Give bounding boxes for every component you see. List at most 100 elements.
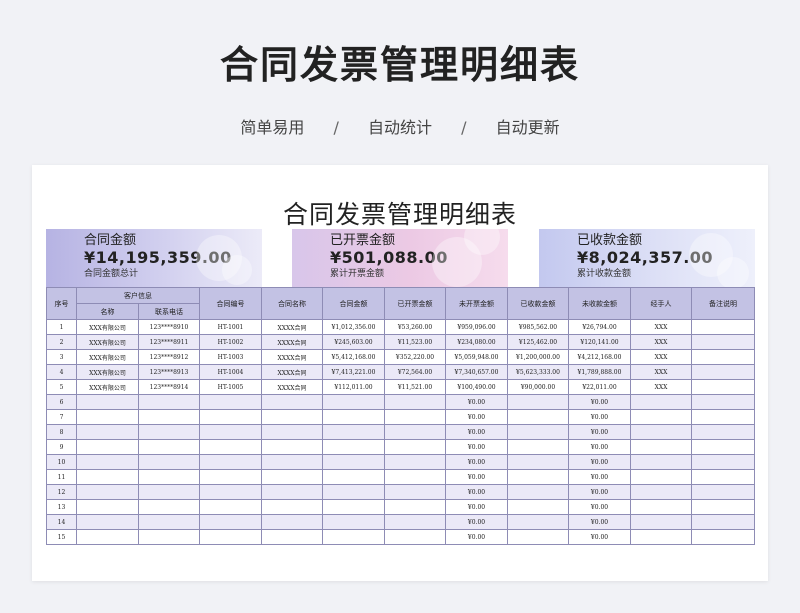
cell-customer-name[interactable] xyxy=(76,409,139,425)
cell-customer-name[interactable] xyxy=(76,394,139,410)
cell-remark[interactable] xyxy=(691,394,755,410)
cell-customer-name[interactable] xyxy=(76,439,139,455)
cell-phone[interactable]: 123****8911 xyxy=(138,334,200,350)
cell-contract-no[interactable]: HT-1002 xyxy=(199,334,262,350)
cell-invoiced[interactable] xyxy=(384,499,446,515)
cell-contract-amount[interactable] xyxy=(322,484,385,500)
cell-contract-name[interactable]: XXXX合同 xyxy=(261,364,323,380)
cell-seq[interactable]: 1 xyxy=(46,319,77,335)
cell-received[interactable]: ¥5,623,333.00 xyxy=(507,364,569,380)
cell-phone[interactable] xyxy=(138,499,200,515)
cell-unreceived[interactable]: ¥120,141.00 xyxy=(568,334,631,350)
cell-seq[interactable]: 14 xyxy=(46,514,77,530)
cell-phone[interactable] xyxy=(138,424,200,440)
cell-seq[interactable]: 4 xyxy=(46,364,77,380)
cell-received[interactable] xyxy=(507,469,569,485)
cell-contract-name[interactable] xyxy=(261,454,323,470)
cell-uninvoiced[interactable]: ¥0.00 xyxy=(445,394,508,410)
cell-unreceived[interactable]: ¥0.00 xyxy=(568,454,631,470)
cell-customer-name[interactable]: XXX有限公司 xyxy=(76,379,139,395)
cell-unreceived[interactable]: ¥0.00 xyxy=(568,424,631,440)
cell-seq[interactable]: 8 xyxy=(46,424,77,440)
cell-invoiced[interactable]: ¥352,220.00 xyxy=(384,349,446,365)
cell-uninvoiced[interactable]: ¥0.00 xyxy=(445,469,508,485)
cell-handler[interactable] xyxy=(630,499,692,515)
cell-unreceived[interactable]: ¥0.00 xyxy=(568,529,631,545)
cell-uninvoiced[interactable]: ¥0.00 xyxy=(445,514,508,530)
cell-contract-name[interactable] xyxy=(261,499,323,515)
cell-unreceived[interactable]: ¥0.00 xyxy=(568,499,631,515)
cell-handler[interactable] xyxy=(630,469,692,485)
cell-remark[interactable] xyxy=(691,514,755,530)
cell-received[interactable] xyxy=(507,424,569,440)
cell-customer-name[interactable]: XXX有限公司 xyxy=(76,334,139,350)
cell-handler[interactable]: XXX xyxy=(630,334,692,350)
cell-seq[interactable]: 10 xyxy=(46,454,77,470)
cell-received[interactable] xyxy=(507,499,569,515)
cell-contract-no[interactable]: HT-1004 xyxy=(199,364,262,380)
cell-customer-name[interactable] xyxy=(76,529,139,545)
cell-contract-amount[interactable] xyxy=(322,454,385,470)
cell-handler[interactable] xyxy=(630,514,692,530)
cell-contract-amount[interactable]: ¥5,412,168.00 xyxy=(322,349,385,365)
cell-phone[interactable] xyxy=(138,484,200,500)
cell-remark[interactable] xyxy=(691,349,755,365)
cell-remark[interactable] xyxy=(691,334,755,350)
cell-unreceived[interactable]: ¥1,789,888.00 xyxy=(568,364,631,380)
cell-received[interactable] xyxy=(507,409,569,425)
cell-received[interactable]: ¥125,462.00 xyxy=(507,334,569,350)
cell-phone[interactable] xyxy=(138,394,200,410)
cell-handler[interactable] xyxy=(630,439,692,455)
cell-seq[interactable]: 3 xyxy=(46,349,77,365)
cell-phone[interactable] xyxy=(138,514,200,530)
cell-uninvoiced[interactable]: ¥0.00 xyxy=(445,499,508,515)
cell-received[interactable] xyxy=(507,454,569,470)
cell-handler[interactable]: XXX xyxy=(630,349,692,365)
cell-handler[interactable] xyxy=(630,529,692,545)
cell-phone[interactable] xyxy=(138,454,200,470)
cell-received[interactable] xyxy=(507,529,569,545)
cell-customer-name[interactable] xyxy=(76,424,139,440)
cell-uninvoiced[interactable]: ¥7,340,657.00 xyxy=(445,364,508,380)
cell-handler[interactable]: XXX xyxy=(630,364,692,380)
cell-uninvoiced[interactable]: ¥0.00 xyxy=(445,454,508,470)
cell-phone[interactable]: 123****8913 xyxy=(138,364,200,380)
cell-customer-name[interactable] xyxy=(76,484,139,500)
cell-contract-amount[interactable] xyxy=(322,499,385,515)
cell-contract-amount[interactable] xyxy=(322,469,385,485)
cell-remark[interactable] xyxy=(691,454,755,470)
cell-handler[interactable] xyxy=(630,484,692,500)
cell-contract-amount[interactable]: ¥7,413,221.00 xyxy=(322,364,385,380)
cell-customer-name[interactable] xyxy=(76,454,139,470)
cell-contract-no[interactable] xyxy=(199,454,262,470)
cell-contract-no[interactable] xyxy=(199,499,262,515)
cell-unreceived[interactable]: ¥0.00 xyxy=(568,439,631,455)
cell-invoiced[interactable]: ¥53,260.00 xyxy=(384,319,446,335)
cell-contract-amount[interactable]: ¥245,603.00 xyxy=(322,334,385,350)
cell-contract-no[interactable] xyxy=(199,529,262,545)
cell-contract-no[interactable] xyxy=(199,469,262,485)
cell-phone[interactable]: 123****8914 xyxy=(138,379,200,395)
cell-phone[interactable] xyxy=(138,409,200,425)
cell-uninvoiced[interactable]: ¥0.00 xyxy=(445,424,508,440)
cell-contract-name[interactable] xyxy=(261,484,323,500)
cell-contract-amount[interactable] xyxy=(322,409,385,425)
cell-unreceived[interactable]: ¥0.00 xyxy=(568,409,631,425)
cell-unreceived[interactable]: ¥0.00 xyxy=(568,469,631,485)
cell-unreceived[interactable]: ¥0.00 xyxy=(568,514,631,530)
cell-remark[interactable] xyxy=(691,484,755,500)
cell-customer-name[interactable]: XXX有限公司 xyxy=(76,349,139,365)
cell-seq[interactable]: 9 xyxy=(46,439,77,455)
cell-phone[interactable] xyxy=(138,469,200,485)
cell-contract-no[interactable] xyxy=(199,424,262,440)
cell-remark[interactable] xyxy=(691,409,755,425)
cell-contract-no[interactable] xyxy=(199,394,262,410)
cell-contract-name[interactable]: XXXX合同 xyxy=(261,334,323,350)
cell-seq[interactable]: 11 xyxy=(46,469,77,485)
cell-remark[interactable] xyxy=(691,439,755,455)
cell-uninvoiced[interactable]: ¥0.00 xyxy=(445,484,508,500)
cell-phone[interactable] xyxy=(138,439,200,455)
cell-contract-no[interactable] xyxy=(199,484,262,500)
cell-customer-name[interactable] xyxy=(76,469,139,485)
cell-seq[interactable]: 12 xyxy=(46,484,77,500)
